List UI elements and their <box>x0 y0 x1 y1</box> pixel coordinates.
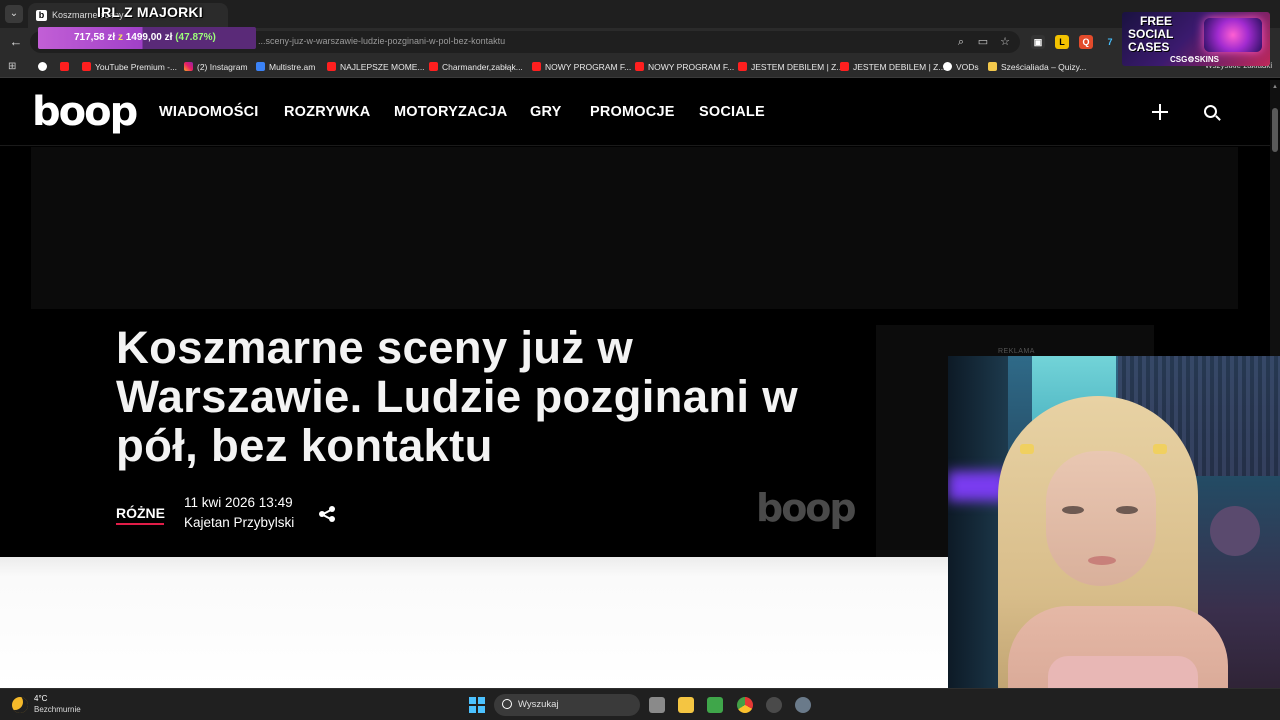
extension-q-icon[interactable]: Q <box>1079 35 1093 49</box>
weather-temperature: 4°C <box>34 694 48 703</box>
instagram-icon <box>184 62 193 71</box>
store-icon[interactable] <box>707 697 723 713</box>
task-view-icon[interactable] <box>649 697 665 713</box>
bookmark-star-icon[interactable]: ☆ <box>998 35 1012 49</box>
back-arrow-icon[interactable]: ← <box>8 34 24 50</box>
site-header: boop WIADOMOŚCI ROZRYWKA MOTORYZACJA GRY… <box>0 80 1270 146</box>
article-image-area <box>0 557 948 688</box>
article-headline: Koszmarne sceny już w Warszawie. Ludzie … <box>116 322 799 471</box>
quiz-icon <box>988 62 997 71</box>
bookmark-item[interactable]: NOWY PROGRAM F... <box>532 61 631 73</box>
bookmark-item[interactable]: NAJLEPSZE MOME... <box>327 61 425 73</box>
extension-l-icon[interactable]: L <box>1055 35 1069 49</box>
url-text: ...sceny-juz-w-warszawie-ludzie-pozginan… <box>258 36 506 46</box>
obs-icon[interactable] <box>766 697 782 713</box>
article-date: 11 kwi 2026 13:49 <box>184 495 293 510</box>
ad-label: REKLAMA <box>998 348 1035 355</box>
weather-description: Bezchmurnie <box>34 705 81 714</box>
ad-banner-placeholder <box>31 147 1238 309</box>
plus-icon[interactable] <box>1150 102 1170 122</box>
extension-icon[interactable]: ▣ <box>1031 35 1045 49</box>
nav-item-sociale[interactable]: SOCIALE <box>699 104 765 120</box>
article-category-link[interactable]: RÓŻNE <box>116 505 165 521</box>
windows-start-icon[interactable] <box>469 697 485 713</box>
multistream-icon <box>256 62 265 71</box>
extension-7tv-icon[interactable]: 7 <box>1103 35 1117 49</box>
nav-item-wiadomosci[interactable]: WIADOMOŚCI <box>159 104 258 120</box>
cast-icon[interactable]: ▭ <box>976 35 990 49</box>
donation-goal-bar: 717,58 zł z 1499,00 zł (47.87%) <box>38 27 256 49</box>
bookmark-item[interactable]: JESTEM DEBILEM | Z... <box>738 61 843 73</box>
webcam-overlay <box>948 356 1280 720</box>
nav-item-motoryzacja[interactable]: MOTORYZACJA <box>394 104 507 120</box>
chrome-icon[interactable] <box>737 697 753 713</box>
scroll-up-icon[interactable]: ▲ <box>1272 84 1278 90</box>
windows-taskbar: 4°C Bezchmurnie Wyszukaj <box>0 688 1280 720</box>
bookmark-item[interactable]: Charmander,zabłąk... <box>429 61 523 73</box>
bookmark-item[interactable]: Sześcialiada – Quizy... <box>988 61 1086 73</box>
share-icon[interactable] <box>318 505 336 523</box>
search-icon[interactable] <box>1203 104 1221 122</box>
youtube-icon <box>840 62 849 71</box>
screen: ⌄ b Koszmarne sceny ← ...sceny-juz-w-war… <box>0 0 1280 720</box>
watermark-logo: boop <box>756 486 857 530</box>
bookmark-item[interactable]: YouTube Premium -... <box>82 61 177 73</box>
bookmark-item[interactable]: JESTEM DEBILEM | Z... <box>840 61 945 73</box>
stream-title-overlay: IRL Z MAJORKI <box>97 4 203 20</box>
nav-item-rozrywka[interactable]: ROZRYWKA <box>284 104 370 120</box>
category-underline <box>116 523 164 525</box>
article-author[interactable]: Kajetan Przybylski <box>184 515 294 530</box>
bookmarks-bar: ⊞ YouTube Premium -... (2) Instagram Mul… <box>0 56 1280 78</box>
bookmark-youtube-icon[interactable] <box>60 61 73 73</box>
bookmark-item[interactable]: NOWY PROGRAM F... <box>635 61 734 73</box>
taskbar-search-input[interactable]: Wyszukaj <box>494 694 640 716</box>
bookmark-item[interactable]: (2) Instagram <box>184 61 248 73</box>
bookmark-item[interactable]: VODs <box>943 61 979 73</box>
scroll-thumb[interactable] <box>1272 108 1278 152</box>
donation-goal-text: 717,58 zł z 1499,00 zł (47.87%) <box>74 32 216 43</box>
youtube-icon <box>738 62 747 71</box>
globe-icon <box>943 62 952 71</box>
nav-item-promocje[interactable]: PROMOCJE <box>590 104 675 120</box>
settings-icon[interactable] <box>795 697 811 713</box>
moon-weather-icon[interactable] <box>12 697 28 713</box>
bookmark-chrome-icon[interactable] <box>38 61 51 73</box>
file-explorer-icon[interactable] <box>678 697 694 713</box>
zoom-icon[interactable]: ⌕ <box>954 35 968 49</box>
nav-item-gry[interactable]: GRY <box>530 104 561 120</box>
youtube-icon <box>532 62 541 71</box>
apps-grid-icon[interactable]: ⊞ <box>8 61 19 72</box>
youtube-icon <box>327 62 336 71</box>
site-logo[interactable]: boop <box>32 88 138 136</box>
site-favicon-icon: b <box>36 10 47 21</box>
youtube-icon <box>429 62 438 71</box>
case-art-icon <box>1204 18 1262 52</box>
youtube-icon <box>82 62 91 71</box>
search-icon <box>502 699 512 709</box>
promo-overlay-ad: FREE SOCIAL CASES CSG⚙SKINS <box>1122 12 1270 66</box>
bookmark-item[interactable]: Multistre.am <box>256 61 315 73</box>
youtube-icon <box>635 62 644 71</box>
tab-search-button[interactable]: ⌄ <box>5 5 23 23</box>
